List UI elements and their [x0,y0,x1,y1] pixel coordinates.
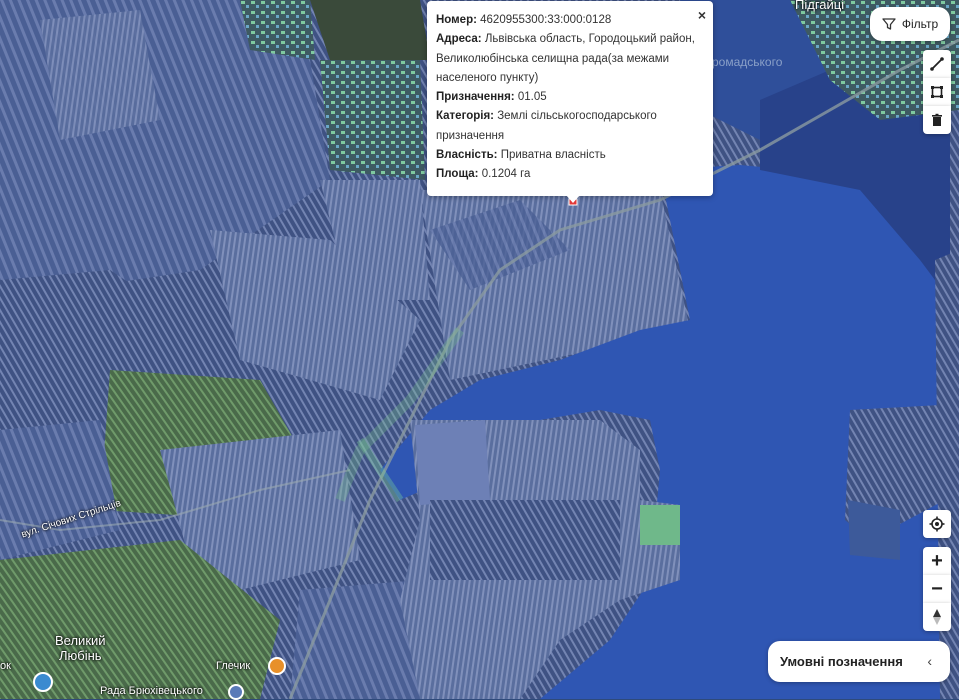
legend-label: Умовні позначення [780,654,903,669]
popup-field-category: Категорія: Землі сільськогосподарського … [436,110,657,142]
polygon-tool-icon [931,86,943,98]
chevron-left-icon: ‹ [927,653,932,669]
popup-field-ownership: Власність: Приватна власність [436,149,606,162]
parcel-info-popup: × Номер: 4620955300:33:000:0128 Адреса: … [427,1,713,196]
map-label-lake: Глечик [216,660,251,672]
delete-drawing-button[interactable] [923,106,951,134]
close-popup-button[interactable]: × [698,8,706,22]
filter-label: Фільтр [901,17,939,31]
locate-button[interactable] [923,510,951,538]
popup-field-area: Площа: 0.1204 га [436,168,531,181]
poi-icon[interactable] [228,684,244,700]
map-label-town: Великий Любінь [55,633,106,663]
locate-icon [929,516,945,532]
legend-button[interactable]: Умовні позначення ‹ [768,641,950,682]
filter-button[interactable]: Фільтр [870,7,950,41]
compass-icon [933,609,941,625]
map-label-left: ок [0,660,11,672]
map-label-hromada: ромадського [712,55,783,69]
poi-icon[interactable] [268,657,286,675]
poi-icon[interactable] [33,672,53,692]
popup-field-number: Номер: 4620955300:33:000:0128 [436,14,612,26]
map-label-village: Підгайці [795,0,845,12]
draw-polygon-button[interactable] [923,78,951,106]
draw-line-button[interactable] [923,50,951,78]
filter-icon [882,18,896,30]
zoom-out-button[interactable]: − [923,575,951,603]
popup-field-address: Адреса: Львівська область, Городоцький р… [436,33,695,84]
popup-tip [566,195,580,203]
trash-icon [932,113,942,126]
compass-button[interactable] [923,603,951,631]
line-tool-icon [930,57,944,71]
map-label-bottom: Рада Брюхівецького [100,685,203,697]
zoom-in-button[interactable]: + [923,547,951,575]
popup-field-purpose: Призначення: 01.05 [436,91,547,104]
popup-fields: Номер: 4620955300:33:000:0128 Адреса: Ль… [436,11,701,185]
